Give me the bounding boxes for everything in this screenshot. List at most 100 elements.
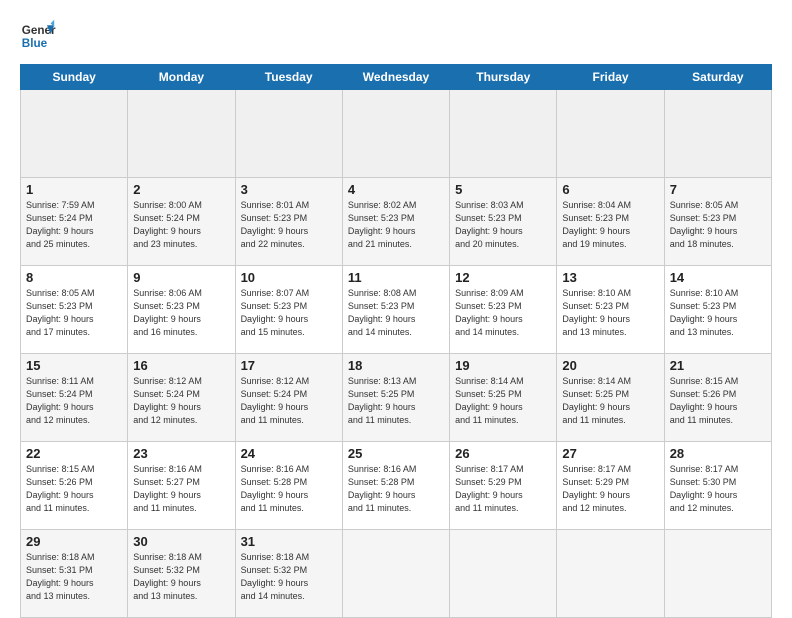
weekday-header-tuesday: Tuesday xyxy=(235,65,342,90)
day-info: Sunrise: 8:11 AM Sunset: 5:24 PM Dayligh… xyxy=(26,375,122,427)
day-info: Sunrise: 8:03 AM Sunset: 5:23 PM Dayligh… xyxy=(455,199,551,251)
day-info: Sunrise: 8:10 AM Sunset: 5:23 PM Dayligh… xyxy=(670,287,766,339)
calendar-day-cell: 22 Sunrise: 8:15 AM Sunset: 5:26 PM Dayli… xyxy=(21,442,128,530)
day-info: Sunrise: 7:59 AM Sunset: 5:24 PM Dayligh… xyxy=(26,199,122,251)
day-info: Sunrise: 8:17 AM Sunset: 5:30 PM Dayligh… xyxy=(670,463,766,515)
day-info: Sunrise: 8:04 AM Sunset: 5:23 PM Dayligh… xyxy=(562,199,658,251)
calendar-day-cell: 29Sunrise: 8:18 AM Sunset: 5:31 PM Dayli… xyxy=(21,530,128,618)
calendar-day-cell xyxy=(235,90,342,178)
day-info: Sunrise: 8:16 AM Sunset: 5:28 PM Dayligh… xyxy=(241,463,337,515)
day-info: Sunrise: 8:12 AM Sunset: 5:24 PM Dayligh… xyxy=(241,375,337,427)
calendar-day-cell xyxy=(450,90,557,178)
calendar-day-cell xyxy=(557,90,664,178)
calendar-week-row: 15 Sunrise: 8:11 AM Sunset: 5:24 PM Dayli… xyxy=(21,354,772,442)
logo: General Blue xyxy=(20,18,56,54)
day-info: Sunrise: 8:01 AM Sunset: 5:23 PM Dayligh… xyxy=(241,199,337,251)
calendar-day-cell: 19Sunrise: 8:14 AM Sunset: 5:25 PM Dayli… xyxy=(450,354,557,442)
calendar-day-cell xyxy=(342,90,449,178)
calendar-day-cell xyxy=(450,530,557,618)
day-number: 23 xyxy=(133,446,229,461)
calendar-day-cell: 30 Sunrise: 8:18 AM Sunset: 5:32 PM Dayli… xyxy=(128,530,235,618)
calendar-day-cell: 9Sunrise: 8:06 AM Sunset: 5:23 PM Daylig… xyxy=(128,266,235,354)
day-info: Sunrise: 8:16 AM Sunset: 5:28 PM Dayligh… xyxy=(348,463,444,515)
day-number: 12 xyxy=(455,270,551,285)
calendar-day-cell xyxy=(557,530,664,618)
day-number: 15 xyxy=(26,358,122,373)
day-info: Sunrise: 8:17 AM Sunset: 5:29 PM Dayligh… xyxy=(562,463,658,515)
day-number: 18 xyxy=(348,358,444,373)
day-number: 21 xyxy=(670,358,766,373)
calendar-day-cell xyxy=(21,90,128,178)
calendar-week-row: 22 Sunrise: 8:15 AM Sunset: 5:26 PM Dayli… xyxy=(21,442,772,530)
calendar-week-row: 1 Sunrise: 7:59 AM Sunset: 5:24 PM Daylig… xyxy=(21,178,772,266)
day-number: 30 xyxy=(133,534,229,549)
calendar-day-cell: 17 Sunrise: 8:12 AM Sunset: 5:24 PM Dayli… xyxy=(235,354,342,442)
day-info: Sunrise: 8:07 AM Sunset: 5:23 PM Dayligh… xyxy=(241,287,337,339)
day-number: 17 xyxy=(241,358,337,373)
day-info: Sunrise: 8:02 AM Sunset: 5:23 PM Dayligh… xyxy=(348,199,444,251)
calendar-day-cell: 24Sunrise: 8:16 AM Sunset: 5:28 PM Dayli… xyxy=(235,442,342,530)
calendar-day-cell: 25 Sunrise: 8:16 AM Sunset: 5:28 PM Dayli… xyxy=(342,442,449,530)
calendar-day-cell xyxy=(342,530,449,618)
day-number: 5 xyxy=(455,182,551,197)
calendar-day-cell: 23Sunrise: 8:16 AM Sunset: 5:27 PM Dayli… xyxy=(128,442,235,530)
calendar-day-cell: 7Sunrise: 8:05 AM Sunset: 5:23 PM Daylig… xyxy=(664,178,771,266)
day-number: 31 xyxy=(241,534,337,549)
day-number: 8 xyxy=(26,270,122,285)
calendar-day-cell: 26Sunrise: 8:17 AM Sunset: 5:29 PM Dayli… xyxy=(450,442,557,530)
calendar-day-cell: 11 Sunrise: 8:08 AM Sunset: 5:23 PM Dayli… xyxy=(342,266,449,354)
page: General Blue SundayMondayTuesdayWednesda… xyxy=(0,0,792,612)
calendar-day-cell: 4 Sunrise: 8:02 AM Sunset: 5:23 PM Daylig… xyxy=(342,178,449,266)
day-number: 22 xyxy=(26,446,122,461)
calendar-day-cell: 3Sunrise: 8:01 AM Sunset: 5:23 PM Daylig… xyxy=(235,178,342,266)
header: General Blue xyxy=(20,18,772,54)
svg-text:Blue: Blue xyxy=(22,37,48,50)
day-number: 14 xyxy=(670,270,766,285)
calendar-day-cell: 18 Sunrise: 8:13 AM Sunset: 5:25 PM Dayli… xyxy=(342,354,449,442)
calendar-week-row xyxy=(21,90,772,178)
day-number: 6 xyxy=(562,182,658,197)
calendar-table: SundayMondayTuesdayWednesdayThursdayFrid… xyxy=(20,64,772,618)
weekday-header-monday: Monday xyxy=(128,65,235,90)
day-number: 19 xyxy=(455,358,551,373)
day-number: 9 xyxy=(133,270,229,285)
calendar-day-cell: 10 Sunrise: 8:07 AM Sunset: 5:23 PM Dayli… xyxy=(235,266,342,354)
calendar-day-cell: 14 Sunrise: 8:10 AM Sunset: 5:23 PM Dayli… xyxy=(664,266,771,354)
day-number: 29 xyxy=(26,534,122,549)
calendar-day-cell xyxy=(664,530,771,618)
day-number: 4 xyxy=(348,182,444,197)
day-info: Sunrise: 8:18 AM Sunset: 5:32 PM Dayligh… xyxy=(133,551,229,603)
day-number: 10 xyxy=(241,270,337,285)
day-number: 2 xyxy=(133,182,229,197)
day-number: 1 xyxy=(26,182,122,197)
day-number: 11 xyxy=(348,270,444,285)
day-info: Sunrise: 8:10 AM Sunset: 5:23 PM Dayligh… xyxy=(562,287,658,339)
day-info: Sunrise: 8:13 AM Sunset: 5:25 PM Dayligh… xyxy=(348,375,444,427)
day-info: Sunrise: 8:14 AM Sunset: 5:25 PM Dayligh… xyxy=(562,375,658,427)
calendar-day-cell: 28 Sunrise: 8:17 AM Sunset: 5:30 PM Dayli… xyxy=(664,442,771,530)
day-info: Sunrise: 8:08 AM Sunset: 5:23 PM Dayligh… xyxy=(348,287,444,339)
calendar-day-cell xyxy=(128,90,235,178)
day-number: 26 xyxy=(455,446,551,461)
calendar-day-cell: 8 Sunrise: 8:05 AM Sunset: 5:23 PM Daylig… xyxy=(21,266,128,354)
day-info: Sunrise: 8:05 AM Sunset: 5:23 PM Dayligh… xyxy=(26,287,122,339)
weekday-header-saturday: Saturday xyxy=(664,65,771,90)
weekday-header-friday: Friday xyxy=(557,65,664,90)
day-info: Sunrise: 8:18 AM Sunset: 5:32 PM Dayligh… xyxy=(241,551,337,603)
day-info: Sunrise: 8:12 AM Sunset: 5:24 PM Dayligh… xyxy=(133,375,229,427)
day-number: 25 xyxy=(348,446,444,461)
calendar-day-cell: 2Sunrise: 8:00 AM Sunset: 5:24 PM Daylig… xyxy=(128,178,235,266)
day-number: 16 xyxy=(133,358,229,373)
calendar-day-cell: 16 Sunrise: 8:12 AM Sunset: 5:24 PM Dayli… xyxy=(128,354,235,442)
day-info: Sunrise: 8:15 AM Sunset: 5:26 PM Dayligh… xyxy=(26,463,122,515)
calendar-day-cell: 15 Sunrise: 8:11 AM Sunset: 5:24 PM Dayli… xyxy=(21,354,128,442)
day-number: 28 xyxy=(670,446,766,461)
day-info: Sunrise: 8:15 AM Sunset: 5:26 PM Dayligh… xyxy=(670,375,766,427)
calendar-day-cell: 27Sunrise: 8:17 AM Sunset: 5:29 PM Dayli… xyxy=(557,442,664,530)
weekday-header-sunday: Sunday xyxy=(21,65,128,90)
calendar-day-cell: 21 Sunrise: 8:15 AM Sunset: 5:26 PM Dayli… xyxy=(664,354,771,442)
calendar-day-cell: 13Sunrise: 8:10 AM Sunset: 5:23 PM Dayli… xyxy=(557,266,664,354)
calendar-day-cell: 31 Sunrise: 8:18 AM Sunset: 5:32 PM Dayli… xyxy=(235,530,342,618)
calendar-week-row: 8 Sunrise: 8:05 AM Sunset: 5:23 PM Daylig… xyxy=(21,266,772,354)
calendar-day-cell: 12Sunrise: 8:09 AM Sunset: 5:23 PM Dayli… xyxy=(450,266,557,354)
